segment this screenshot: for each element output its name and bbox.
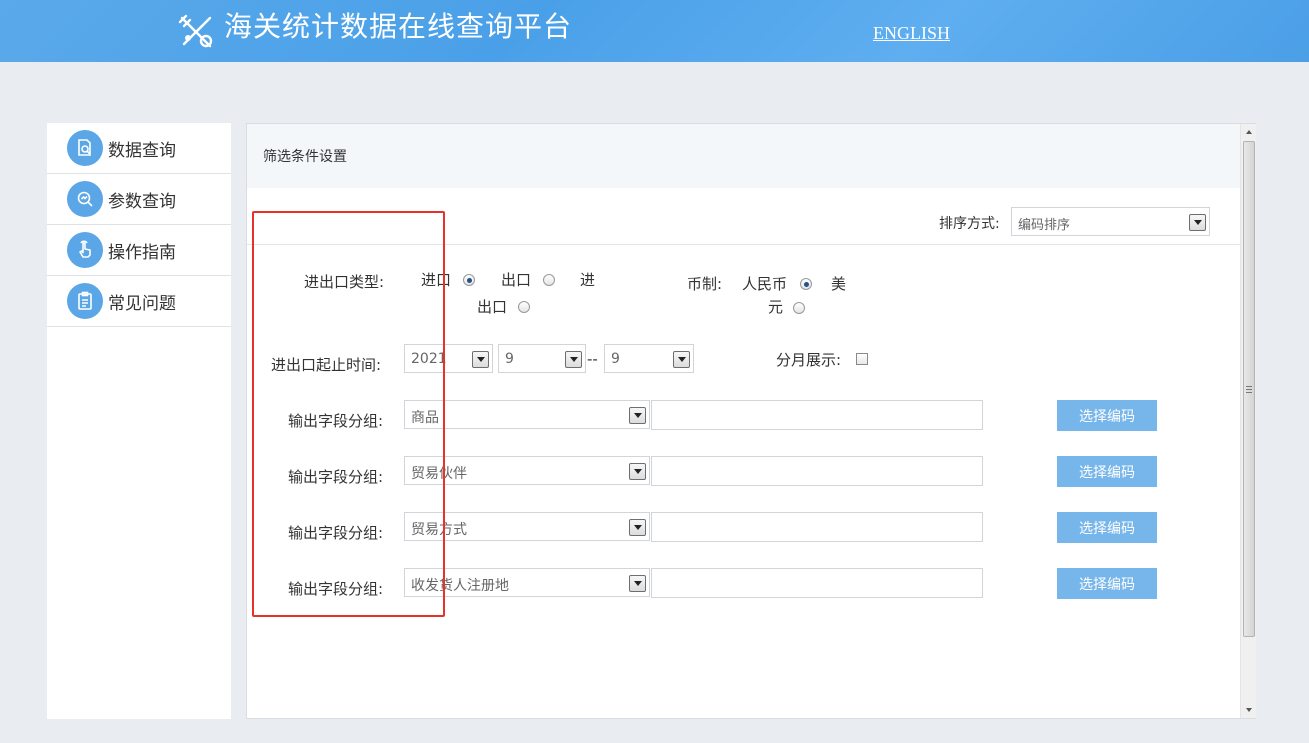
- site-title: 海关统计数据在线查询平台: [224, 10, 573, 43]
- select-code-button[interactable]: 选择编码: [1057, 456, 1157, 487]
- radio-usd[interactable]: [793, 302, 805, 314]
- divider: [247, 244, 1240, 245]
- clipboard-icon: [67, 283, 103, 319]
- code-input[interactable]: [651, 456, 983, 486]
- start-month-value: 9: [505, 351, 514, 367]
- sidebar-item-data-query[interactable]: 数据查询: [47, 123, 231, 174]
- filter-panel: 筛选条件设置 排序方式: 编码排序 进出口类型: 进口 出口 进 出口 币制: …: [246, 123, 1256, 719]
- radio-export[interactable]: [543, 274, 555, 286]
- radio-label-import-export-part2: 出口: [477, 298, 508, 316]
- param-search-icon: [67, 181, 103, 217]
- english-link[interactable]: ENGLISH: [873, 23, 950, 44]
- chevron-down-icon: [629, 407, 646, 424]
- sort-select[interactable]: 编码排序: [1011, 207, 1210, 236]
- sidebar-item-label: 操作指南: [108, 242, 176, 263]
- group-select-value: 贸易方式: [411, 522, 467, 538]
- group-label: 输出字段分组:: [288, 580, 384, 598]
- end-month-value: 9: [611, 351, 620, 367]
- monthly-checkbox[interactable]: [856, 353, 868, 365]
- group-label: 输出字段分组:: [288, 412, 384, 430]
- radio-import-export[interactable]: [518, 301, 530, 313]
- scroll-up-arrow-icon[interactable]: [1241, 124, 1257, 140]
- scroll-down-arrow-icon[interactable]: [1241, 702, 1257, 718]
- panel-header: 筛选条件设置: [247, 124, 1240, 188]
- year-select-value: 2021: [411, 351, 447, 367]
- sort-label: 排序方式:: [939, 216, 1000, 232]
- sort-select-value: 编码排序: [1018, 218, 1071, 233]
- group-select[interactable]: 贸易方式: [404, 512, 650, 541]
- sidebar-item-faq[interactable]: 常见问题: [47, 276, 231, 327]
- chevron-down-icon: [629, 463, 646, 480]
- sidebar-item-label: 数据查询: [108, 140, 176, 161]
- end-month-select[interactable]: 9: [604, 344, 694, 373]
- customs-logo-icon: [178, 14, 213, 48]
- sidebar-item-label: 参数查询: [108, 191, 176, 212]
- trade-type-label: 进出口类型:: [304, 273, 385, 291]
- radio-label-usd-part2: 元: [768, 298, 784, 316]
- code-input[interactable]: [651, 512, 983, 542]
- group-select[interactable]: 贸易伙伴: [404, 456, 650, 485]
- radio-label-export: 出口: [501, 271, 532, 289]
- radio-label-import: 进口: [421, 271, 452, 289]
- radio-label-usd-part1: 美: [831, 275, 847, 293]
- start-month-select[interactable]: 9: [498, 344, 586, 373]
- month-separator: --: [587, 350, 598, 368]
- select-code-button[interactable]: 选择编码: [1057, 512, 1157, 543]
- year-select[interactable]: 2021: [404, 344, 493, 373]
- grip-icon: [1246, 386, 1252, 393]
- chevron-down-icon: [673, 351, 690, 368]
- scrollbar-thumb[interactable]: [1243, 141, 1255, 637]
- code-input[interactable]: [651, 568, 983, 598]
- group-select-value: 贸易伙伴: [411, 466, 467, 482]
- chevron-down-icon: [1189, 214, 1206, 231]
- radio-rmb[interactable]: [800, 278, 812, 290]
- group-select[interactable]: 收发货人注册地: [404, 568, 650, 597]
- panel-title: 筛选条件设置: [263, 149, 347, 165]
- group-label: 输出字段分组:: [288, 524, 384, 542]
- header-bar: 海关统计数据在线查询平台 ENGLISH: [0, 0, 1309, 62]
- chevron-down-icon: [472, 351, 489, 368]
- group-select[interactable]: 商品: [404, 400, 650, 429]
- group-label: 输出字段分组:: [288, 468, 384, 486]
- code-input[interactable]: [651, 400, 983, 430]
- radio-label-import-export-part1: 进: [580, 271, 596, 289]
- chevron-down-icon: [629, 519, 646, 536]
- hand-pointer-icon: [67, 232, 103, 268]
- sidebar: 数据查询 参数查询 操作指南 常见问题: [47, 123, 231, 719]
- radio-import[interactable]: [463, 274, 475, 286]
- time-label: 进出口起止时间:: [271, 356, 382, 374]
- sidebar-item-guide[interactable]: 操作指南: [47, 225, 231, 276]
- vertical-scrollbar[interactable]: [1240, 124, 1256, 718]
- sidebar-item-label: 常见问题: [108, 293, 176, 314]
- select-code-button[interactable]: 选择编码: [1057, 400, 1157, 431]
- group-select-value: 商品: [411, 410, 439, 426]
- group-select-value: 收发货人注册地: [411, 578, 509, 594]
- monthly-label: 分月展示:: [776, 351, 842, 369]
- radio-label-rmb: 人民币: [742, 275, 788, 293]
- chevron-down-icon: [565, 351, 582, 368]
- chevron-down-icon: [629, 575, 646, 592]
- currency-label: 币制:: [687, 275, 723, 293]
- sidebar-item-param-query[interactable]: 参数查询: [47, 174, 231, 225]
- data-search-icon: [67, 130, 103, 166]
- select-code-button[interactable]: 选择编码: [1057, 568, 1157, 599]
